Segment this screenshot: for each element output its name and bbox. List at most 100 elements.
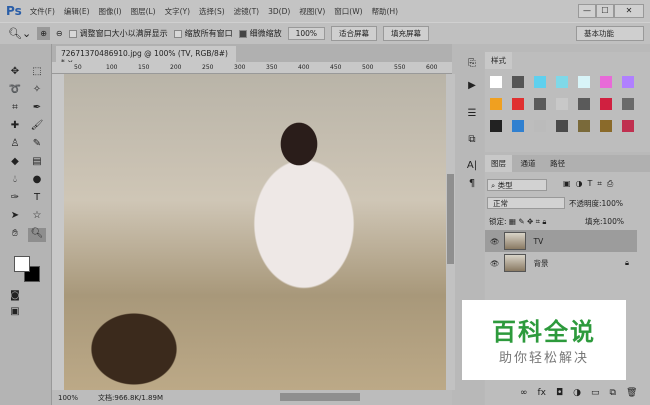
adjustment-icon[interactable]: ◑: [573, 388, 581, 398]
magic-wand-icon[interactable]: ✧: [28, 84, 46, 98]
character-icon[interactable]: A|: [463, 160, 481, 174]
blend-mode-select[interactable]: 正常: [487, 197, 565, 209]
zoom-out-icon[interactable]: ⊖: [56, 29, 63, 38]
actions-play-icon[interactable]: ▶: [463, 80, 481, 94]
style-swatch[interactable]: [600, 76, 612, 88]
style-swatch[interactable]: [556, 120, 568, 132]
layer-row-background[interactable]: 👁︎ 背景 🔒︎: [485, 252, 637, 274]
blur-icon[interactable]: 💧︎: [6, 174, 24, 188]
pen-tool-icon[interactable]: ✑: [6, 192, 24, 206]
menu-select[interactable]: 选择(S): [199, 6, 225, 17]
marquee-tool-icon[interactable]: ⬚: [28, 66, 46, 80]
resize-windows-checkbox[interactable]: 调整窗口大小以满屏显示: [68, 28, 168, 39]
menu-3d[interactable]: 3D(D): [268, 7, 290, 16]
scrubby-zoom-checkbox[interactable]: 细微缩放: [238, 28, 282, 39]
tab-layers[interactable]: 图层: [485, 155, 512, 172]
clone-stamp-icon[interactable]: ♙: [6, 138, 24, 152]
fill-input[interactable]: 100%: [603, 217, 624, 226]
zoom-all-checkbox[interactable]: 缩放所有窗口: [173, 28, 233, 39]
style-swatch[interactable]: [534, 120, 546, 132]
maximize-button[interactable]: ☐: [596, 4, 614, 18]
opacity-input[interactable]: 100%: [602, 199, 623, 208]
healing-brush-icon[interactable]: ✚: [6, 120, 24, 134]
style-swatch[interactable]: [556, 76, 568, 88]
style-swatch[interactable]: [490, 120, 502, 132]
history-icon[interactable]: ⎘: [463, 58, 481, 72]
crop-tool-icon[interactable]: ⌗: [6, 102, 24, 116]
shape-tool-icon[interactable]: ☆: [28, 210, 46, 224]
tab-styles[interactable]: 样式: [485, 52, 512, 69]
menu-layer[interactable]: 图层(L): [131, 6, 156, 17]
menu-help[interactable]: 帮助(H): [372, 6, 399, 17]
gradient-icon[interactable]: ▤: [28, 156, 46, 170]
eyedropper-icon[interactable]: ✒: [28, 102, 46, 116]
new-layer-icon[interactable]: ⧉: [610, 388, 616, 398]
menu-image[interactable]: 图像(I): [99, 6, 122, 17]
menu-file[interactable]: 文件(F): [30, 6, 55, 17]
move-tool-icon[interactable]: ✥: [6, 66, 24, 80]
lock-icons[interactable]: ▦ ✎ ✥ ⌗ 🔒︎: [509, 217, 546, 226]
properties-icon[interactable]: ☰: [463, 108, 481, 122]
path-select-icon[interactable]: ➤: [6, 210, 24, 224]
lasso-tool-icon[interactable]: ➰: [6, 84, 24, 98]
history-brush-icon[interactable]: ✎: [28, 138, 46, 152]
scroll-thumb[interactable]: [447, 174, 454, 264]
link-icon[interactable]: ∞: [520, 388, 528, 398]
style-swatch[interactable]: [600, 98, 612, 110]
layer-filter-icons[interactable]: ▣◑T⌗⎙: [563, 179, 618, 189]
brush-tool-icon[interactable]: 🖌︎: [28, 120, 46, 134]
quick-mask-icon[interactable]: ◙: [6, 290, 24, 304]
fit-screen-button[interactable]: 适合屏幕: [331, 26, 378, 41]
tab-paths[interactable]: 路径: [544, 155, 571, 172]
eraser-icon[interactable]: ◆: [6, 156, 24, 170]
group-folder-icon[interactable]: ▭: [591, 388, 600, 398]
visibility-eye-icon[interactable]: 👁︎: [490, 259, 500, 268]
menu-window[interactable]: 窗口(W): [334, 6, 362, 17]
image-canvas[interactable]: [64, 74, 446, 390]
close-button[interactable]: ✕: [614, 4, 644, 18]
style-swatch[interactable]: [534, 76, 546, 88]
paragraph-icon[interactable]: ¶: [463, 178, 481, 192]
menu-type[interactable]: 文字(Y): [165, 6, 190, 17]
document-tab[interactable]: 72671370486910.jpg @ 100% (TV, RGB/8#) *…: [56, 46, 236, 67]
style-swatch[interactable]: [512, 120, 524, 132]
style-swatch[interactable]: [600, 120, 612, 132]
menu-view[interactable]: 视图(V): [299, 6, 325, 17]
layer-row-tv[interactable]: 👁︎ TV: [485, 230, 637, 252]
vertical-scrollbar[interactable]: [446, 74, 455, 390]
zoom-tool-icon[interactable]: 🔍︎: [28, 228, 46, 242]
foreground-color-swatch[interactable]: [14, 256, 30, 272]
menu-filter[interactable]: 滤镜(T): [234, 6, 259, 17]
screen-mode-icon[interactable]: ▣: [6, 306, 24, 320]
clone-source-icon[interactable]: ⧉: [463, 134, 481, 148]
minimize-button[interactable]: —: [578, 4, 596, 18]
tab-channels[interactable]: 通道: [515, 155, 542, 172]
type-tool-icon[interactable]: T: [28, 192, 46, 206]
style-swatch[interactable]: [622, 98, 634, 110]
zoom-level[interactable]: 100%: [58, 394, 78, 402]
zoom-100-button[interactable]: 100%: [287, 27, 326, 40]
style-swatch[interactable]: [490, 76, 502, 88]
style-swatch[interactable]: [622, 76, 634, 88]
workspace-select[interactable]: 基本功能: [576, 26, 644, 41]
style-swatch[interactable]: [512, 98, 524, 110]
mask-icon[interactable]: ◘: [556, 388, 563, 398]
style-swatch[interactable]: [622, 120, 634, 132]
style-swatch[interactable]: [578, 120, 590, 132]
style-swatch[interactable]: [512, 76, 524, 88]
zoom-tool-icon[interactable]: 🔍︎⌄: [8, 27, 31, 40]
trash-icon[interactable]: 🗑︎: [626, 388, 637, 398]
style-swatch[interactable]: [490, 98, 502, 110]
style-swatch[interactable]: [556, 98, 568, 110]
horizontal-scroll-thumb[interactable]: [280, 393, 360, 401]
hand-tool-icon[interactable]: ✋︎: [6, 228, 24, 242]
menu-edit[interactable]: 编辑(E): [64, 6, 90, 17]
fill-screen-button[interactable]: 填充屏幕: [383, 26, 430, 41]
fx-icon[interactable]: fx: [538, 388, 547, 398]
layer-filter-select[interactable]: ⌕ 类型: [487, 179, 547, 191]
dodge-icon[interactable]: ●: [28, 174, 46, 188]
style-swatch[interactable]: [534, 98, 546, 110]
style-swatch[interactable]: [578, 76, 590, 88]
style-swatch[interactable]: [578, 98, 590, 110]
zoom-in-icon[interactable]: ⊕: [37, 27, 50, 40]
